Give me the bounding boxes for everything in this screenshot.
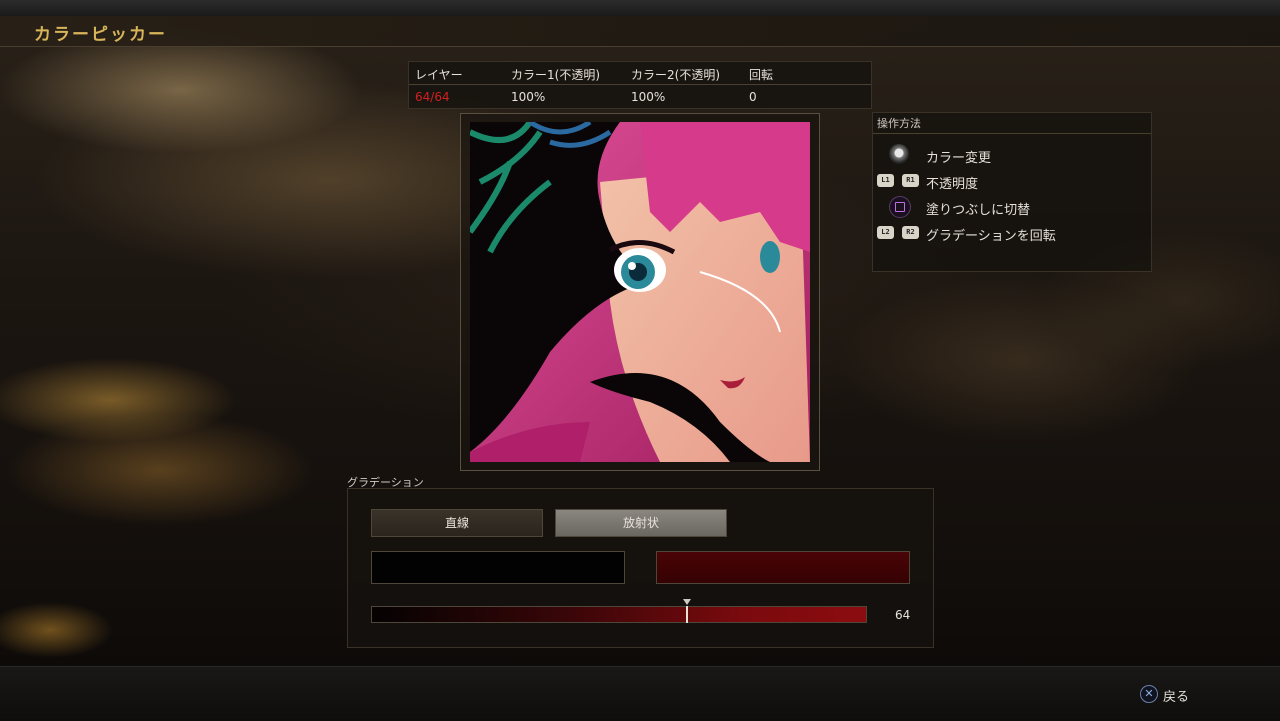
cross-button-icon[interactable]: ✕ [1140, 685, 1158, 703]
linear-gradation-button[interactable]: 直線 [371, 509, 543, 537]
color2-swatch[interactable] [656, 551, 910, 584]
value-rotation: 0 [749, 90, 757, 104]
control-opacity: L1 R1 不透明度 [873, 170, 1151, 192]
value-color2-opacity: 100% [631, 90, 666, 104]
radial-gradation-button[interactable]: 放射状 [555, 509, 727, 537]
value-color1-opacity: 100% [511, 90, 546, 104]
controls-header: 操作方法 [873, 113, 1151, 134]
character-artwork [470, 122, 810, 462]
control-label: グラデーションを回転 [926, 229, 1056, 244]
color1-swatch[interactable] [371, 551, 625, 584]
header-rotation: 回転 [749, 68, 774, 82]
gradation-slider-track[interactable] [371, 606, 867, 623]
top-bar [0, 0, 1280, 16]
bottom-bar [0, 666, 1280, 721]
left-stick-icon [889, 144, 909, 164]
value-layer-count: 64/64 [415, 90, 450, 104]
l1-button-icon: L1 [877, 174, 894, 187]
header-color1: カラー1(不透明) [511, 68, 600, 82]
controls-panel: 操作方法 カラー変更 L1 R1 不透明度 塗りつぶしに切替 L2 R2 グラデ… [872, 112, 1152, 272]
emblem-preview [470, 122, 810, 462]
header-color2: カラー2(不透明) [631, 68, 720, 82]
slider-pointer-icon [683, 599, 691, 605]
control-label: 不透明度 [926, 177, 979, 192]
gradation-slider-thumb[interactable] [686, 606, 688, 623]
control-change-color: カラー変更 [873, 144, 1151, 166]
info-header-row: レイヤー カラー1(不透明) カラー2(不透明) 回転 [409, 62, 871, 85]
control-rotate-gradation: L2 R2 グラデーションを回転 [873, 222, 1151, 244]
layer-info-table: レイヤー カラー1(不透明) カラー2(不透明) 回転 64/64 100% 1… [408, 61, 872, 109]
screen-title: カラーピッカー [34, 25, 167, 45]
control-label: 塗りつぶしに切替 [926, 203, 1031, 218]
back-button[interactable]: 戻る [1163, 686, 1189, 705]
control-label: カラー変更 [926, 151, 992, 166]
l2-button-icon: L2 [877, 226, 894, 239]
r2-button-icon: R2 [902, 226, 919, 239]
square-button-icon [889, 196, 911, 218]
controls-title: 操作方法 [877, 117, 921, 130]
control-toggle-fill: 塗りつぶしに切替 [873, 196, 1151, 218]
header-layer: レイヤー [415, 68, 463, 82]
title-bar [0, 16, 1280, 47]
info-value-row: 64/64 100% 100% 0 [409, 86, 871, 109]
gradation-slider-value: 64 [895, 608, 911, 622]
r1-button-icon: R1 [902, 174, 919, 187]
